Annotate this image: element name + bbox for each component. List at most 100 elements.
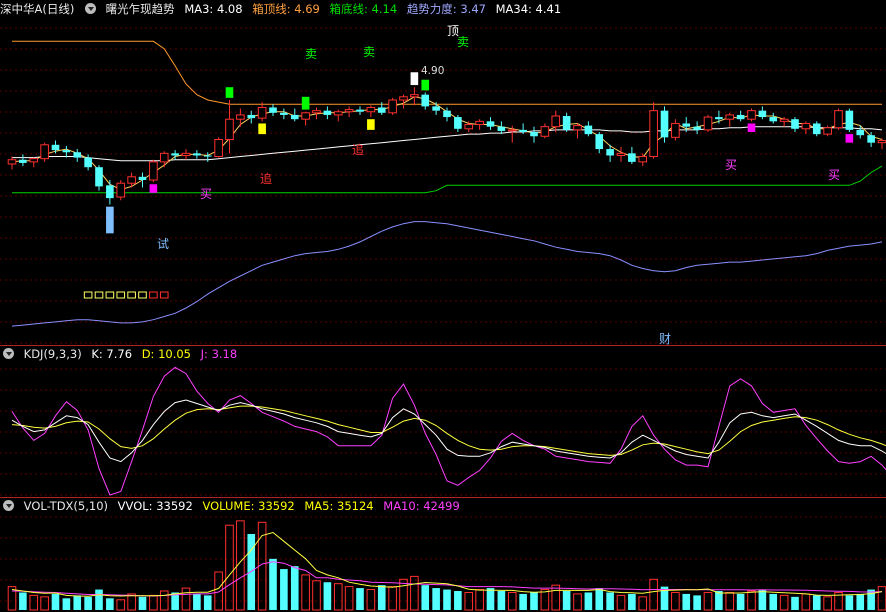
chase-signal-label: 追 [352, 143, 365, 157]
signal-marker [127, 291, 136, 299]
candle-body [247, 114, 256, 119]
candle-body [475, 120, 484, 126]
signal-bar [410, 72, 419, 86]
candle-body [443, 110, 451, 118]
signal-bar [421, 79, 430, 91]
candle-body [301, 112, 310, 120]
volume-bar [856, 593, 865, 610]
signal-marker [159, 291, 169, 299]
candle-body [106, 185, 114, 199]
candle-body [779, 118, 789, 122]
signal-bar [149, 184, 158, 193]
kdj-panel[interactable] [0, 345, 886, 497]
candle-body [7, 159, 17, 165]
peak-value-label: 4.90 [421, 65, 445, 77]
candle-body [628, 153, 636, 162]
signal-marker [105, 291, 115, 299]
volume-bar [290, 566, 299, 610]
candle-body [649, 110, 658, 158]
volume-panel[interactable] [0, 497, 886, 612]
candle-body [432, 106, 440, 111]
signal-bar [301, 96, 310, 110]
sell-signal-label: 卖 [363, 45, 376, 59]
volume-bar [693, 595, 701, 610]
sell-signal-label: 卖 [305, 47, 318, 61]
volume-bar [149, 594, 158, 611]
candle-body [40, 144, 49, 160]
candle-body [573, 125, 582, 131]
volume-bar [377, 585, 386, 610]
volume-bar [486, 588, 495, 610]
volume-bar [181, 587, 191, 611]
volume-bar [758, 589, 767, 610]
candle-body [584, 125, 593, 135]
volume-bar [214, 571, 223, 611]
candle-body [257, 106, 267, 119]
volume-bar [193, 593, 201, 610]
kdj-chart[interactable] [0, 345, 886, 497]
candle-body [703, 116, 713, 131]
volume-bar [562, 591, 571, 610]
volume-bar [877, 586, 886, 611]
candle-body [366, 106, 376, 113]
candle-body [225, 118, 234, 140]
candle-body [551, 115, 561, 128]
signal-bar [258, 123, 266, 135]
volume-bar [454, 591, 462, 610]
candle-body [454, 117, 462, 129]
candle-body [159, 152, 169, 163]
volume-bar [584, 592, 593, 610]
volume-bar [628, 593, 636, 610]
volume-bar [812, 595, 821, 610]
candle-body [193, 153, 201, 156]
candle-body [95, 167, 103, 187]
candle-body [606, 149, 614, 156]
volume-bar [432, 588, 440, 610]
volume-bar [410, 575, 419, 611]
volume-bar [606, 592, 614, 610]
kdj-k-line [11, 399, 886, 463]
main-chart-panel[interactable]: 卖 卖 卖 顶 4.90 买 买 买 追 追 试 财 [0, 0, 886, 346]
candle-body [834, 110, 843, 129]
price-chart[interactable] [0, 0, 886, 345]
candle-body [181, 152, 191, 156]
volume-bar [573, 593, 582, 611]
candle-body [51, 144, 60, 151]
volume-bar [269, 558, 277, 610]
volume-bar [530, 592, 538, 610]
volume-bar [519, 593, 527, 610]
volume-bar [51, 593, 60, 610]
volume-bar [421, 585, 430, 610]
candle-body [116, 182, 126, 198]
buy-signal-label: 买 [725, 158, 738, 172]
chase-signal-label: 追 [260, 172, 273, 186]
candle-body [84, 157, 92, 168]
candle-body [519, 129, 527, 132]
candle-body [290, 114, 299, 120]
buy-signal-label: 买 [200, 187, 213, 201]
candle-body [399, 96, 408, 101]
peak-label: 顶 [447, 24, 460, 38]
volume-bar [682, 593, 691, 610]
candle-body [269, 107, 277, 113]
candle-body [280, 112, 288, 115]
signal-bar [225, 87, 234, 98]
signal-marker [116, 291, 126, 299]
volume-bar [95, 589, 103, 610]
candle-body [29, 158, 39, 163]
candle-body [530, 132, 538, 137]
volume-chart[interactable] [0, 497, 886, 612]
candle-body [421, 94, 430, 107]
volume-bar [62, 598, 71, 610]
candle-body [725, 114, 735, 120]
candle-body [62, 150, 71, 153]
candle-body [410, 94, 419, 98]
candle-body [497, 126, 506, 131]
candle-body [693, 126, 701, 130]
candle-body [333, 111, 343, 116]
candle-body [812, 123, 821, 135]
volume-bar [333, 583, 343, 611]
volume-bar [73, 595, 82, 610]
candle-body [616, 152, 626, 156]
candle-body [236, 114, 245, 120]
